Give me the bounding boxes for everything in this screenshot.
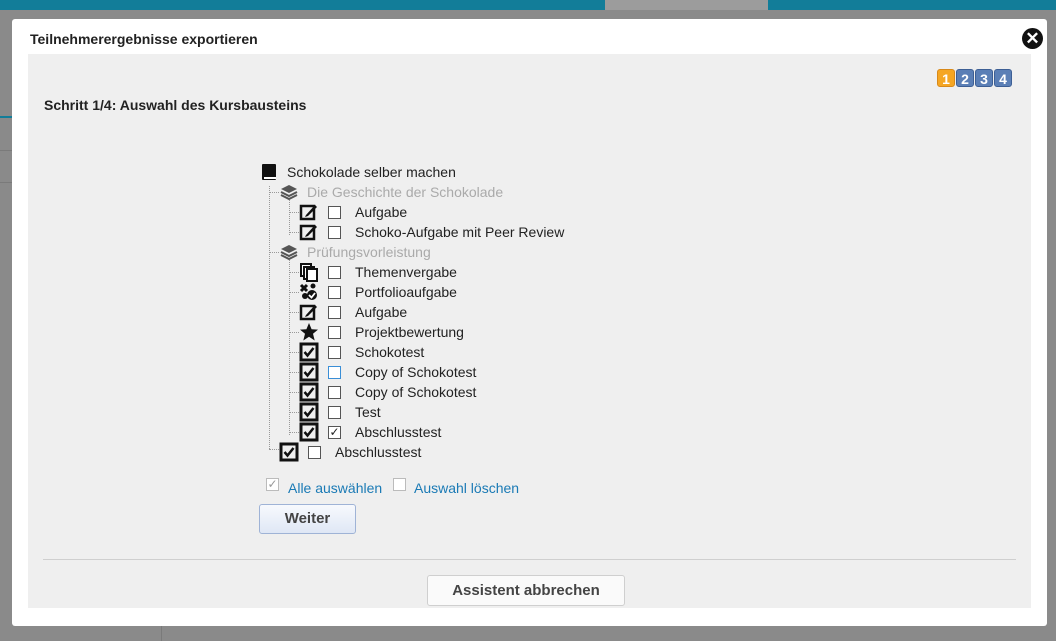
tree-root-label[interactable]: Schokolade selber machen [287,164,456,180]
course-node-label: Portfolioaufgabe [355,284,457,300]
tree-guide-line [289,312,299,313]
course-node-checkbox-checked[interactable]: ✓ [328,426,341,439]
tree-guide-line [269,252,279,253]
tree-guide-line [289,232,299,233]
tree-group-label: Prüfungsvorleistung [307,244,431,260]
structure-icon [280,245,298,261]
wizard-step-2: 2 [956,69,974,87]
tree-guide-line [289,200,290,235]
tree-guide-line [289,392,299,393]
tree-guide-line [289,352,299,353]
structure-icon [280,185,298,201]
background-divider [0,182,12,183]
test-icon [299,382,319,402]
footer-divider [43,559,1016,560]
course-node-label: Aufgabe [355,204,408,220]
tree-guide-line [269,449,279,450]
course-node-label: Copy of Schokotest [355,384,477,400]
edit-icon [299,224,317,241]
course-node-label: Copy of Schokotest [355,364,477,380]
course-node-label: Abschlusstest [335,444,422,460]
course-node-checkbox[interactable] [328,286,341,299]
tree-guide-line [289,332,299,333]
tree-guide-line [289,292,299,293]
cancel-wizard-button[interactable]: Assistent abbrechen [427,575,625,606]
portfolio-icon [299,283,317,300]
background-divider [161,626,162,641]
test-icon [279,442,299,462]
clear-selection-link[interactable]: Auswahl löschen [414,480,519,496]
course-node-label: Projektbewertung [355,324,464,340]
course-node-checkbox[interactable] [328,386,341,399]
tree-guide-line [289,212,299,213]
wizard-step-indicator: 1 2 3 4 [937,69,1012,87]
close-icon[interactable]: ✕ [1022,28,1043,49]
course-node-label: Schokotest [355,344,425,360]
select-all-link[interactable]: Alle auswählen [288,480,382,496]
course-node-checkbox[interactable] [328,346,341,359]
star-icon [300,323,318,341]
course-node-label: Aufgabe [355,304,408,320]
wizard-step-3: 3 [975,69,993,87]
tree-guide-line [289,372,299,373]
select-all-checkbox[interactable]: ✓ [266,478,279,491]
course-node-label: Test [355,404,381,420]
book-icon [262,164,276,180]
course-node-checkbox[interactable] [328,306,341,319]
next-button[interactable]: Weiter [259,504,356,534]
test-icon [299,342,319,362]
course-node-label: Abschlusstest [355,424,442,440]
dialog-title: Teilnehmerergebnisse exportieren [30,31,258,47]
test-icon [299,402,319,422]
course-node-checkbox[interactable] [328,366,341,379]
wizard-step-4: 4 [994,69,1012,87]
tree-group-label: Die Geschichte der Schokolade [307,184,504,200]
course-node-checkbox[interactable] [328,406,341,419]
course-node-checkbox[interactable] [328,266,341,279]
edit-icon [299,204,317,221]
course-node-label: Themenvergabe [355,264,457,280]
tree-guide-line [289,432,299,433]
dialog-body: 1 2 3 4 Schritt 1/4: Auswahl des Kursbau… [28,54,1031,608]
step-title: Schritt 1/4: Auswahl des Kursbausteins [44,97,307,113]
background-tab [605,0,768,10]
course-node-checkbox[interactable] [328,326,341,339]
tree-guide-line [289,412,299,413]
tree-guide-line [269,186,270,449]
background-divider [0,150,12,151]
tree-guide-line [289,260,290,435]
wizard-step-1: 1 [937,69,955,87]
course-node-checkbox[interactable] [328,206,341,219]
test-icon [299,422,319,442]
export-dialog: Teilnehmerergebnisse exportieren ✕ 1 2 3… [12,19,1047,626]
background-divider [0,116,12,118]
course-node-checkbox[interactable] [308,446,321,459]
background-top-bar [0,0,1056,10]
clear-selection-checkbox[interactable] [393,478,406,491]
tree-guide-line [269,192,279,193]
course-node-label: Schoko-Aufgabe mit Peer Review [355,224,565,240]
copy-icon [300,263,318,282]
tree-guide-line [289,272,299,273]
test-icon [299,362,319,382]
edit-icon [299,304,317,321]
course-node-checkbox[interactable] [328,226,341,239]
